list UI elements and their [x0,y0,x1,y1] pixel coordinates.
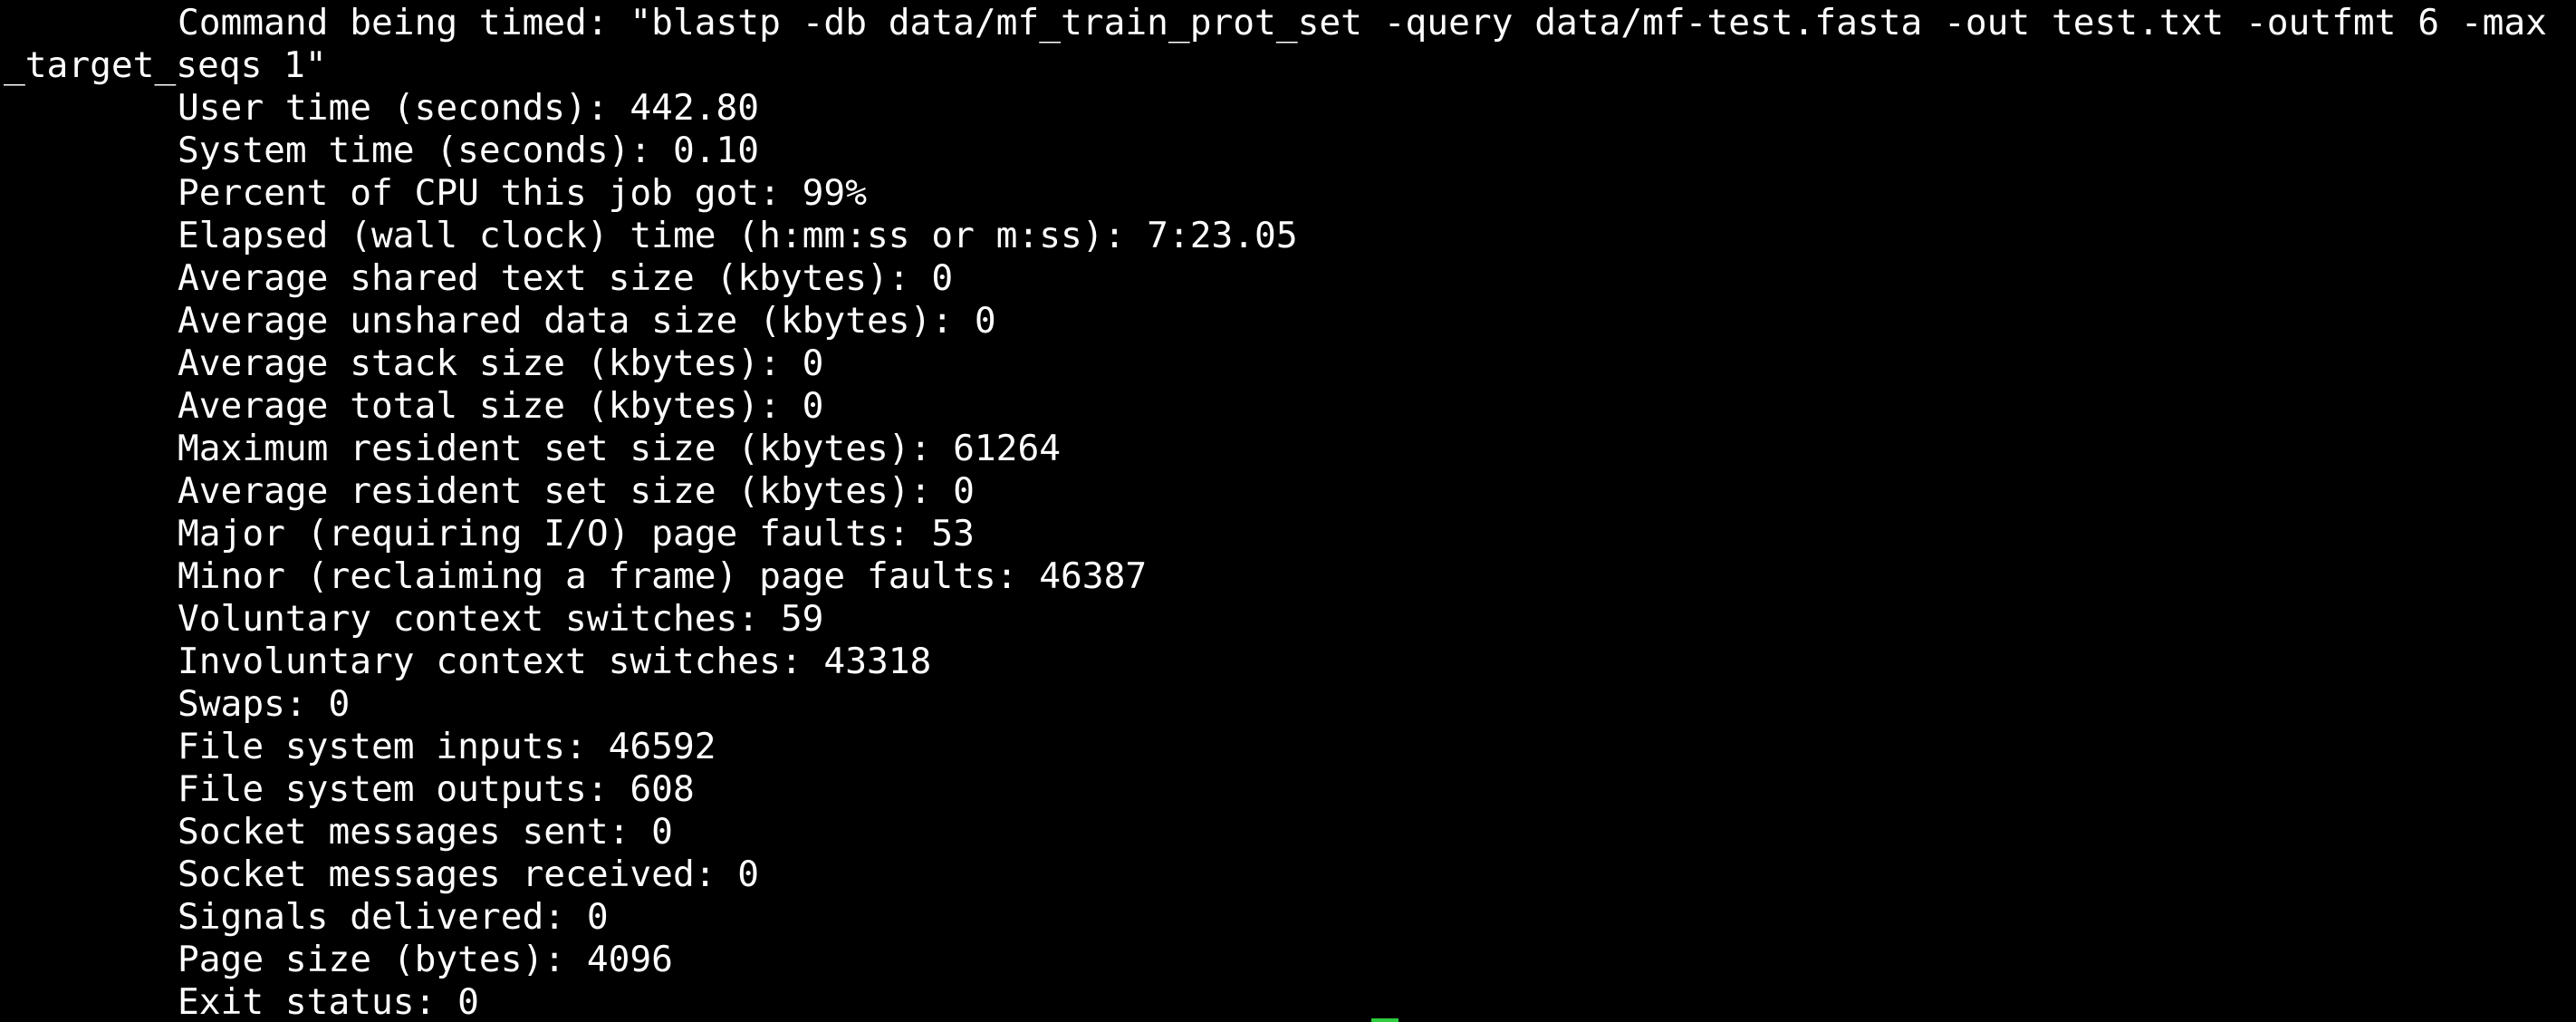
command-line-wrap: _target_seqs 1" [4,44,327,86]
stat-fs-inputs: File system inputs: 46592 [178,726,716,767]
stat-fs-outputs: File system outputs: 608 [178,768,695,810]
stat-signals-delivered: Signals delivered: 0 [178,896,609,938]
stat-minor-page-faults: Minor (reclaiming a frame) page faults: … [178,555,1148,597]
stat-shared-text-size: Average shared text size (kbytes): 0 [178,257,954,299]
stat-socket-received: Socket messages received: 0 [178,853,760,895]
stat-avg-resident-set: Average resident set size (kbytes): 0 [178,470,975,512]
stat-stack-size: Average stack size (kbytes): 0 [178,342,824,384]
stat-total-size: Average total size (kbytes): 0 [178,385,824,427]
stat-page-size: Page size (bytes): 4096 [178,939,673,980]
stat-exit-status: Exit status: 0 [178,981,479,1022]
stat-voluntary-switches: Voluntary context switches: 59 [178,598,824,640]
stat-system-time: System time (seconds): 0.10 [178,130,760,171]
command-line: Command being timed: "blastp -db data/mf… [178,2,2547,43]
stat-major-page-faults: Major (requiring I/O) page faults: 53 [178,513,975,554]
stat-max-resident-set: Maximum resident set size (kbytes): 6126… [178,428,1062,469]
stat-socket-sent: Socket messages sent: 0 [178,811,673,853]
stat-swaps: Swaps: 0 [178,683,351,725]
stat-involuntary-switches: Involuntary context switches: 43318 [178,641,932,682]
stat-user-time: User time (seconds): 442.80 [178,87,760,129]
terminal-cursor [1371,1018,1399,1022]
stat-elapsed-time: Elapsed (wall clock) time (h:mm:ss or m:… [178,215,1298,256]
stat-unshared-data-size: Average unshared data size (kbytes): 0 [178,300,996,342]
terminal-window[interactable]: Command being timed: "blastp -db data/mf… [0,0,2576,1022]
stat-cpu-percent: Percent of CPU this job got: 99% [178,172,867,214]
